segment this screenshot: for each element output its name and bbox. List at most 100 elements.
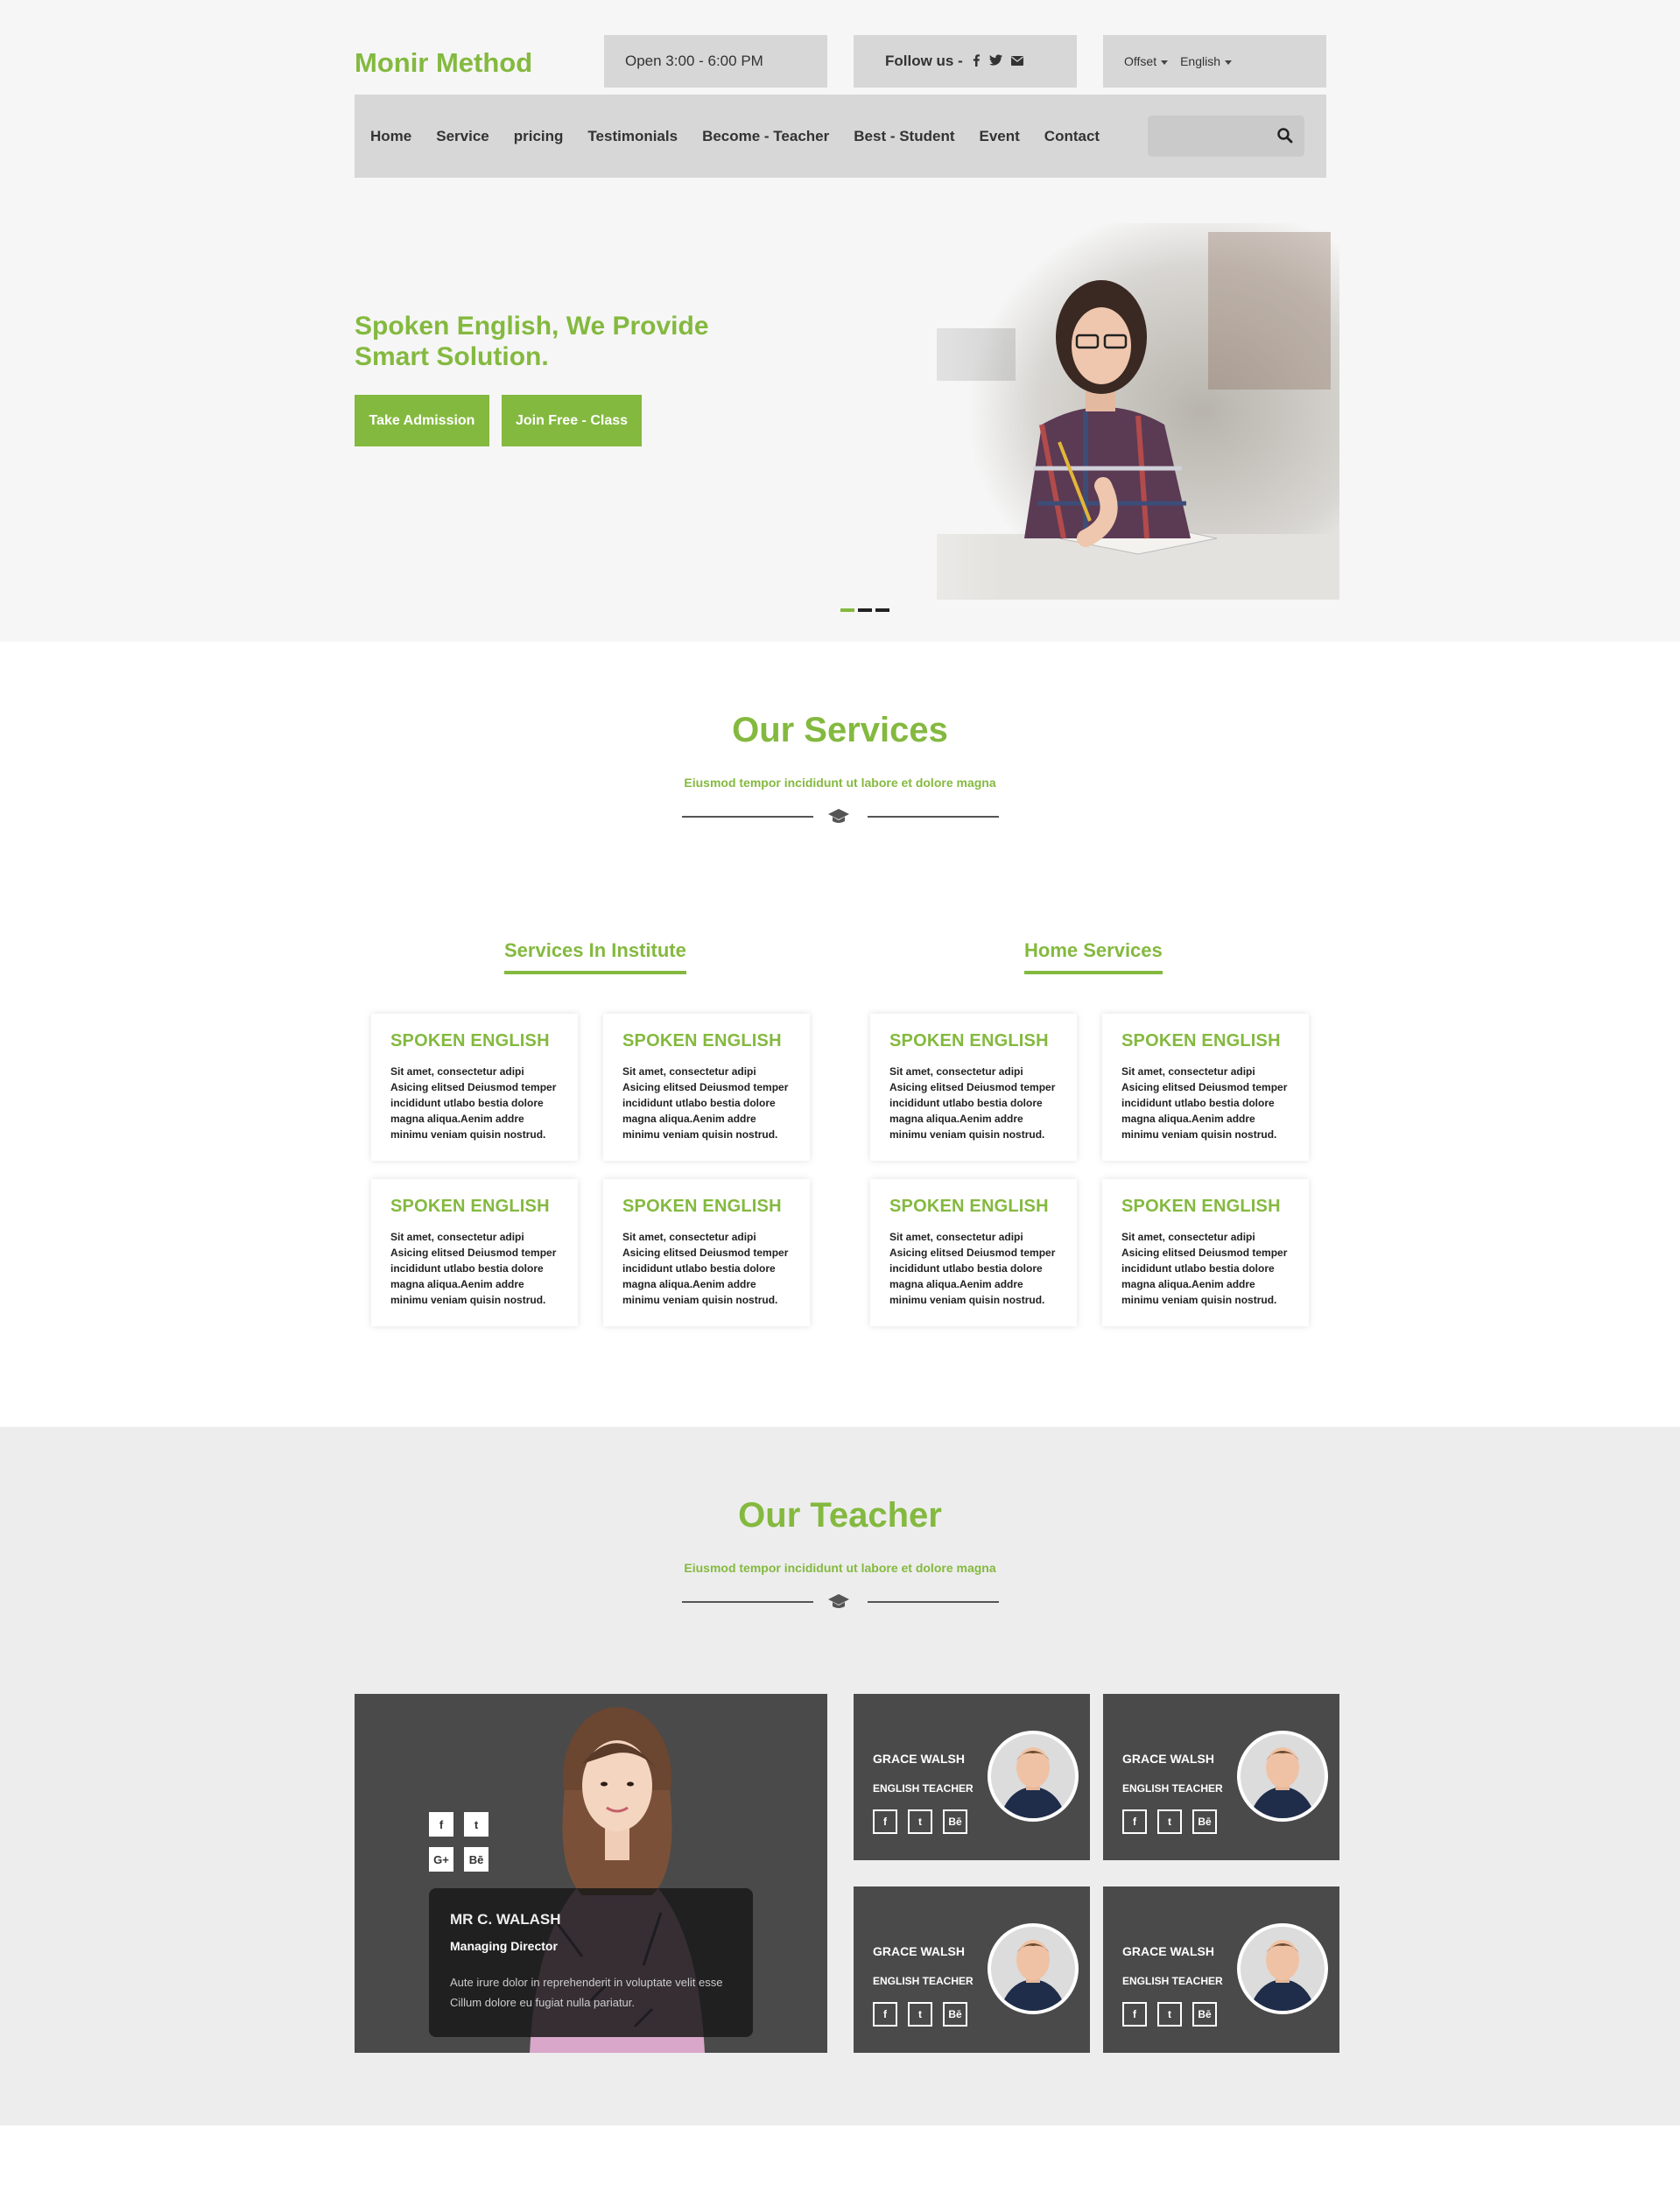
graduation-cap-icon xyxy=(828,809,849,823)
service-card[interactable]: SPOKEN ENGLISH Sit amet, consectetur adi… xyxy=(371,1014,578,1161)
google-plus-icon[interactable]: G+ xyxy=(429,1847,453,1872)
behance-icon[interactable]: Bē xyxy=(943,1809,967,1834)
service-card-title: SPOKEN ENGLISH xyxy=(1121,1031,1281,1050)
service-card-title: SPOKEN ENGLISH xyxy=(1121,1197,1281,1216)
service-card-title: SPOKEN ENGLISH xyxy=(622,1031,782,1050)
follow-us-label: Follow us - xyxy=(885,53,963,69)
teacher-card[interactable]: GRACE WALSH ENGLISH TEACHER f t Bē xyxy=(1103,1886,1339,2053)
services-institute-heading[interactable]: Services In Institute xyxy=(504,939,686,974)
offset-dropdown[interactable]: Offset xyxy=(1124,54,1169,68)
teacher-role: ENGLISH TEACHER xyxy=(1122,1782,1223,1795)
follow-us-box: Follow us - xyxy=(854,35,1077,88)
featured-teacher-description: Aute irure dolor in reprehenderit in vol… xyxy=(450,1972,732,2013)
hero-student-image xyxy=(823,223,1339,600)
service-card-text: Sit amet, consectetur adipi Asicing elit… xyxy=(622,1065,789,1141)
service-card[interactable]: SPOKEN ENGLISH Sit amet, consectetur adi… xyxy=(603,1014,810,1161)
featured-teacher-desc-line1: Aute irure dolor in reprehenderit in vol… xyxy=(450,1976,723,1989)
nav-event[interactable]: Event xyxy=(980,128,1020,145)
service-card-text: Sit amet, consectetur adipi Asicing elit… xyxy=(1121,1065,1288,1141)
facebook-icon[interactable] xyxy=(972,53,981,69)
facebook-icon[interactable]: f xyxy=(429,1812,453,1837)
divider-line xyxy=(682,1601,813,1603)
service-card-text: Sit amet, consectetur adipi Asicing elit… xyxy=(390,1065,557,1141)
nav-become-teacher[interactable]: Become - Teacher xyxy=(702,128,829,145)
teachers-subtitle: Eiusmod tempor incididunt ut labore et d… xyxy=(684,1561,996,1575)
services-divider xyxy=(682,807,999,825)
slider-dot[interactable] xyxy=(875,608,889,612)
teachers-divider xyxy=(682,1592,999,1610)
behance-icon[interactable]: Bē xyxy=(464,1847,489,1872)
service-card-title: SPOKEN ENGLISH xyxy=(622,1197,782,1216)
offset-label: Offset xyxy=(1124,54,1157,68)
home-services-label: Home Services xyxy=(1024,939,1163,961)
teacher-avatar xyxy=(1237,1923,1328,2014)
hero-section: Monir Method Open 3:00 - 6:00 PM Follow … xyxy=(0,0,1680,642)
twitter-icon[interactable]: t xyxy=(908,2002,932,2027)
teacher-name: GRACE WALSH xyxy=(1122,1944,1214,1958)
twitter-icon[interactable]: t xyxy=(908,1809,932,1834)
slider-dot[interactable] xyxy=(858,608,872,612)
facebook-icon[interactable]: f xyxy=(873,2002,897,2027)
chevron-down-icon xyxy=(1225,60,1233,65)
locale-box: Offset English xyxy=(1103,35,1326,88)
services-subtitle: Eiusmod tempor incididunt ut labore et d… xyxy=(684,776,996,790)
search-icon[interactable] xyxy=(1276,127,1294,144)
teacher-card[interactable]: GRACE WALSH ENGLISH TEACHER f t Bē xyxy=(854,1886,1090,2053)
teacher-name: GRACE WALSH xyxy=(1122,1752,1214,1766)
mail-icon[interactable] xyxy=(1010,54,1023,68)
heading-underline xyxy=(504,971,686,974)
featured-teacher-info: MR C. WALASH Managing Director Aute irur… xyxy=(429,1888,753,2037)
nav-contact[interactable]: Contact xyxy=(1044,128,1100,145)
behance-icon[interactable]: Bē xyxy=(1192,2002,1217,2027)
services-title: Our Services xyxy=(732,711,948,749)
featured-teacher-role: Managing Director xyxy=(450,1939,558,1953)
teachers-title: Our Teacher xyxy=(738,1496,942,1535)
service-card-title: SPOKEN ENGLISH xyxy=(390,1031,550,1050)
teacher-role: ENGLISH TEACHER xyxy=(873,1975,974,1987)
teacher-card[interactable]: GRACE WALSH ENGLISH TEACHER f t Bē xyxy=(1103,1694,1339,1860)
behance-icon[interactable]: Bē xyxy=(1192,1809,1217,1834)
service-card-text: Sit amet, consectetur adipi Asicing elit… xyxy=(1121,1231,1288,1306)
facebook-icon[interactable]: f xyxy=(1122,1809,1147,1834)
service-card-text: Sit amet, consectetur adipi Asicing elit… xyxy=(622,1231,789,1306)
twitter-icon[interactable]: t xyxy=(1157,2002,1182,2027)
teacher-avatar xyxy=(988,1731,1079,1822)
service-card-title: SPOKEN ENGLISH xyxy=(889,1197,1049,1216)
hero-title-line2: Smart Solution. xyxy=(355,342,549,371)
service-card[interactable]: SPOKEN ENGLISH Sit amet, consectetur adi… xyxy=(371,1179,578,1326)
heading-underline xyxy=(1024,971,1163,974)
join-free-class-button[interactable]: Join Free - Class xyxy=(502,395,642,446)
twitter-icon[interactable]: t xyxy=(1157,1809,1182,1834)
teacher-card[interactable]: GRACE WALSH ENGLISH TEACHER f t Bē xyxy=(854,1694,1090,1860)
language-label: English xyxy=(1180,54,1221,68)
language-dropdown[interactable]: English xyxy=(1180,54,1233,68)
twitter-icon[interactable] xyxy=(988,54,1002,68)
teacher-avatar xyxy=(1237,1731,1328,1822)
nav-testimonials[interactable]: Testimonials xyxy=(587,128,678,145)
nav-best-student[interactable]: Best - Student xyxy=(854,128,954,145)
nav-service[interactable]: Service xyxy=(436,128,489,145)
site-logo[interactable]: Monir Method xyxy=(355,47,532,79)
nav-home[interactable]: Home xyxy=(370,128,411,145)
twitter-icon[interactable]: t xyxy=(464,1812,489,1837)
nav-pricing[interactable]: pricing xyxy=(514,128,564,145)
home-services-heading[interactable]: Home Services xyxy=(1024,939,1163,974)
service-card[interactable]: SPOKEN ENGLISH Sit amet, consectetur adi… xyxy=(870,1014,1077,1161)
take-admission-button[interactable]: Take Admission xyxy=(355,395,489,446)
service-card[interactable]: SPOKEN ENGLISH Sit amet, consectetur adi… xyxy=(603,1179,810,1326)
divider-line xyxy=(682,816,813,818)
service-card[interactable]: SPOKEN ENGLISH Sit amet, consectetur adi… xyxy=(870,1179,1077,1326)
facebook-icon[interactable]: f xyxy=(873,1809,897,1834)
facebook-icon[interactable]: f xyxy=(1122,2002,1147,2027)
service-card[interactable]: SPOKEN ENGLISH Sit amet, consectetur adi… xyxy=(1102,1014,1309,1161)
behance-icon[interactable]: Bē xyxy=(943,2002,967,2027)
search-input[interactable] xyxy=(1148,116,1270,157)
slider-dot[interactable] xyxy=(840,608,854,612)
service-card[interactable]: SPOKEN ENGLISH Sit amet, consectetur adi… xyxy=(1102,1179,1309,1326)
featured-teacher-card[interactable]: f t G+ Bē MR C. WALASH Managing Director… xyxy=(355,1694,827,2053)
teacher-name: GRACE WALSH xyxy=(873,1944,965,1958)
service-card-title: SPOKEN ENGLISH xyxy=(889,1031,1049,1050)
hero-slider-dots xyxy=(840,608,889,612)
divider-line xyxy=(868,1601,999,1603)
hero-title: Spoken English, We Provide Smart Solutio… xyxy=(355,311,722,372)
